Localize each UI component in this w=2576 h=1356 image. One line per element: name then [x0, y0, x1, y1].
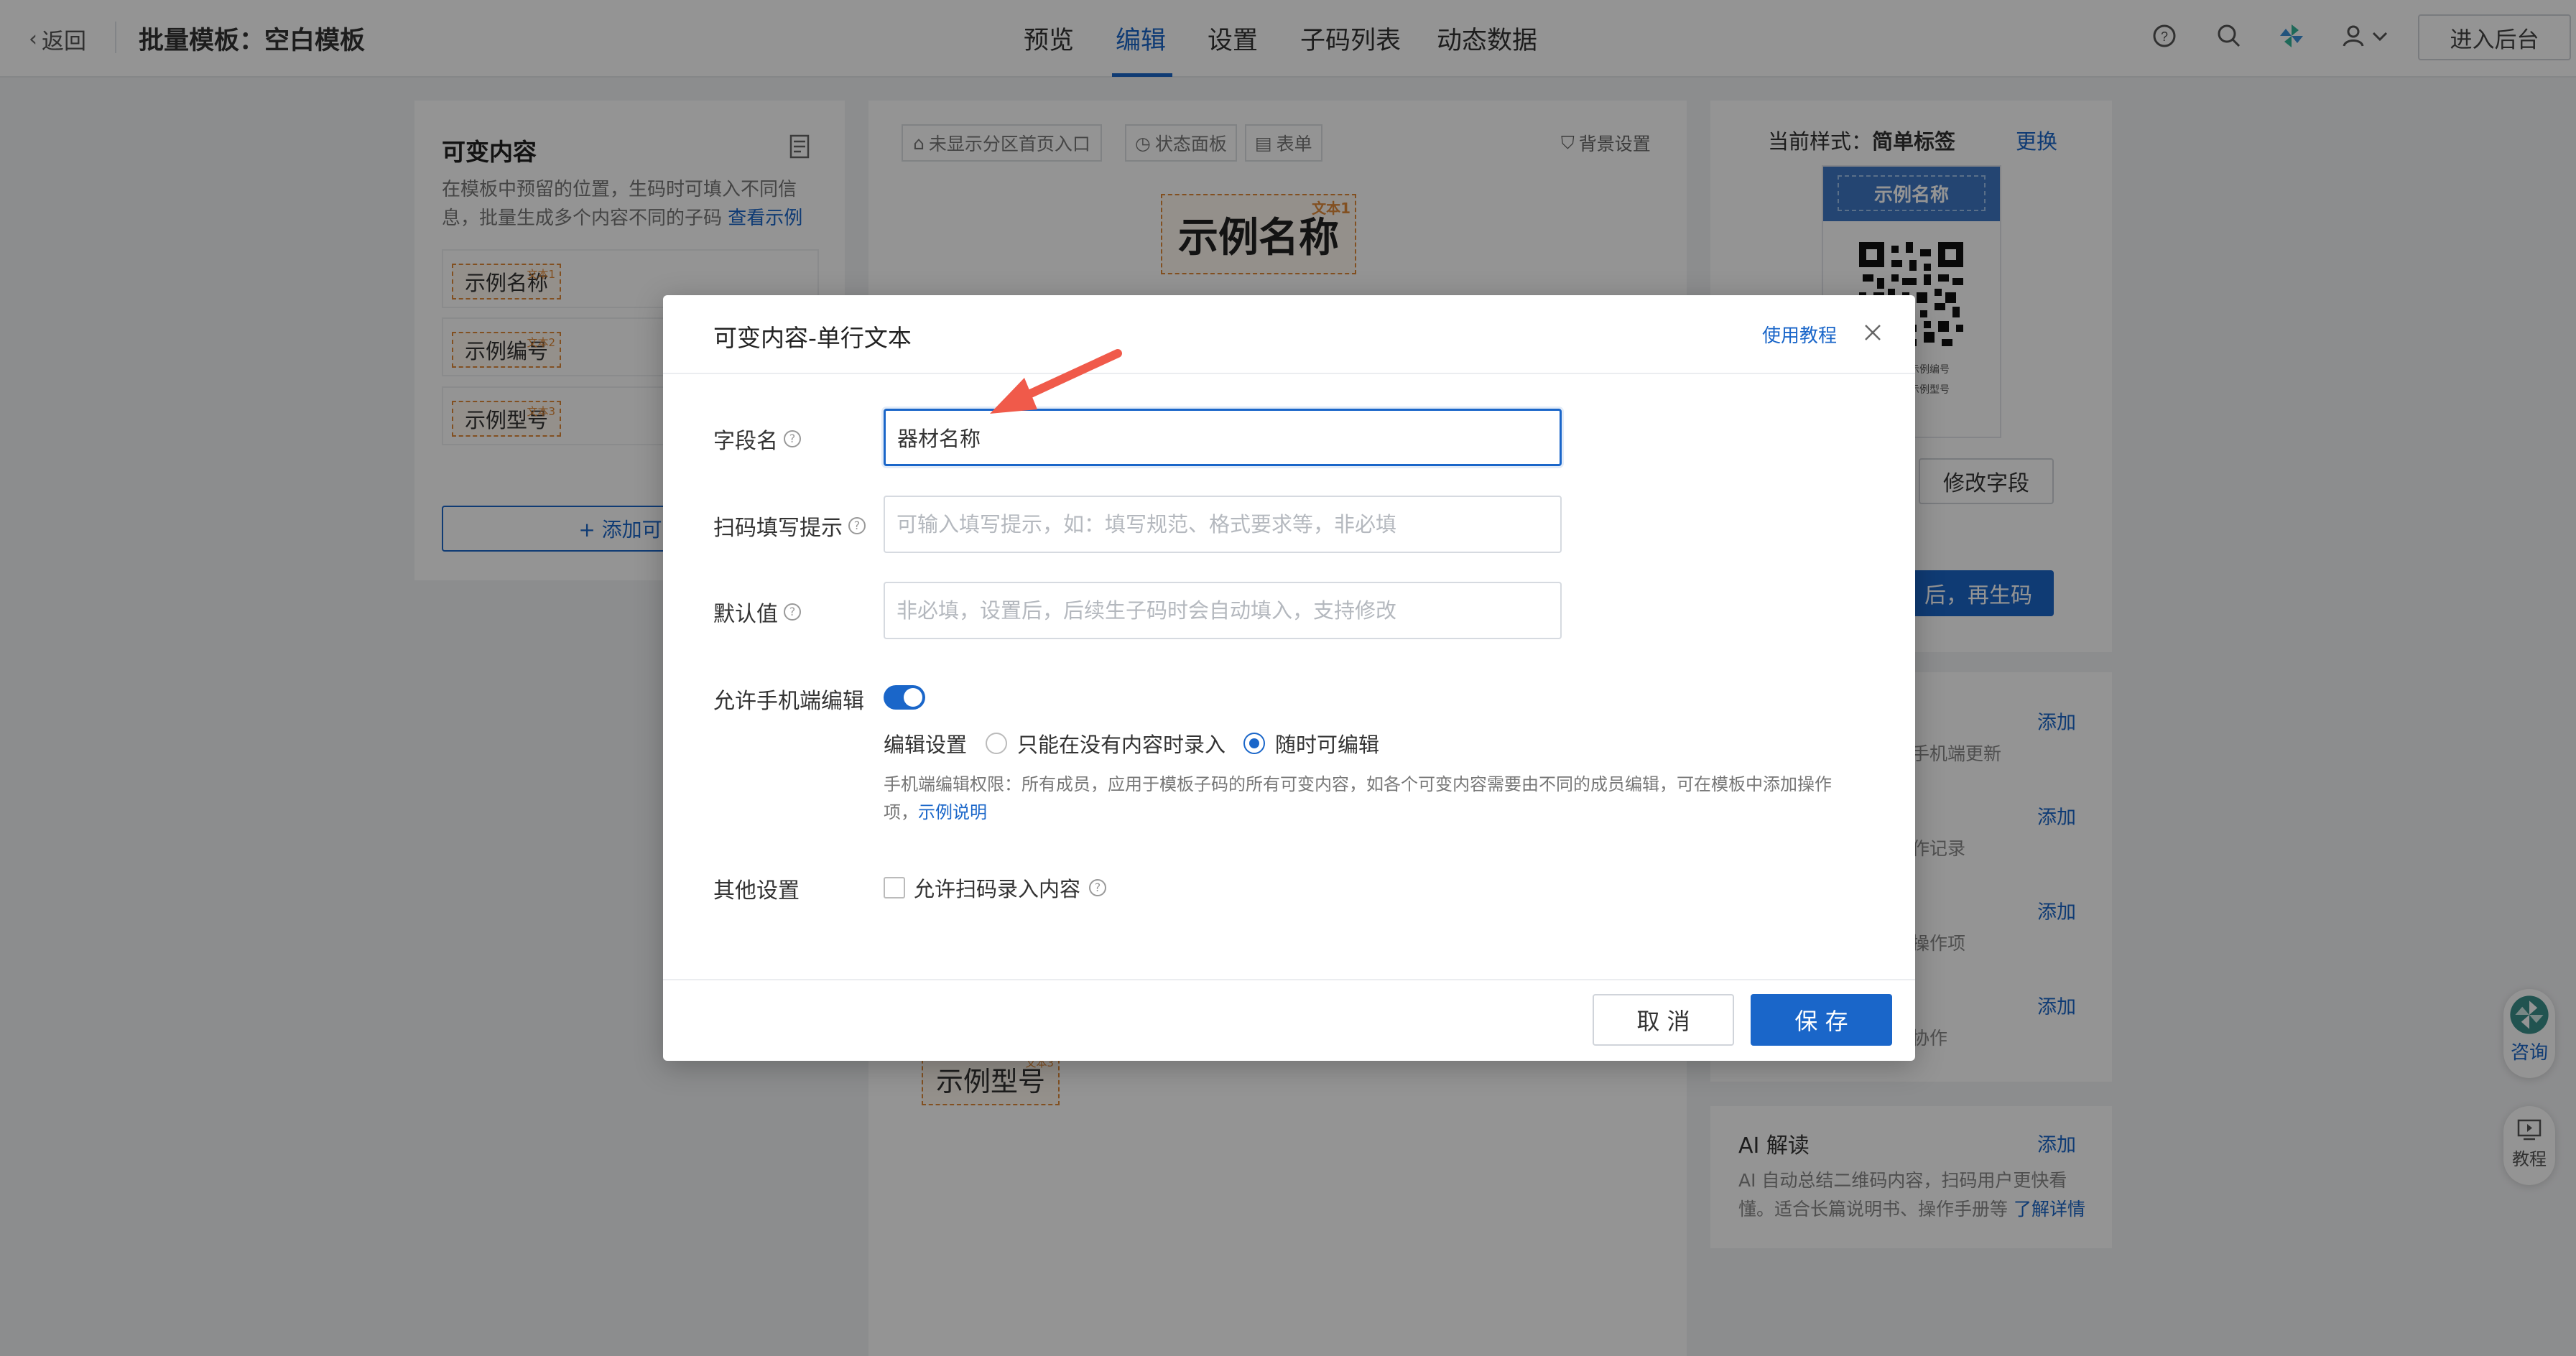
- checkbox-unchecked: [884, 877, 905, 898]
- field-name-label: 字段名?: [713, 423, 801, 455]
- edit-setting-label: 编辑设置: [884, 733, 968, 757]
- modal-footer-divider: [663, 979, 1915, 980]
- edit-option-anytime[interactable]: 随时可编辑: [1243, 728, 1379, 758]
- modal-header-divider: [663, 373, 1915, 374]
- permission-note: 手机端编辑权限：所有成员，应用于模板子码的所有可变内容，如各个可变内容需要由不同…: [884, 774, 1832, 822]
- help-circle-icon[interactable]: ?: [848, 517, 866, 534]
- mobile-edit-toggle[interactable]: [884, 685, 925, 710]
- radio-checked: [1243, 733, 1265, 754]
- default-value-input[interactable]: [884, 582, 1562, 639]
- modal-title: 可变内容-单行文本: [713, 324, 912, 352]
- annotation-arrow: [990, 349, 1122, 414]
- mobile-edit-label: 允许手机端编辑: [713, 689, 864, 714]
- allow-scan-checkbox[interactable]: 允许扫码录入内容 ?: [884, 873, 1107, 903]
- scan-hint-label: 扫码填写提示?: [713, 510, 866, 542]
- help-circle-icon[interactable]: ?: [784, 603, 801, 621]
- default-value-label: 默认值?: [713, 596, 801, 628]
- example-explain-link[interactable]: 示例说明: [918, 802, 987, 822]
- tutorial-link[interactable]: 使用教程: [1762, 321, 1837, 348]
- help-circle-icon[interactable]: ?: [1089, 879, 1107, 896]
- cancel-button[interactable]: 取 消: [1593, 994, 1734, 1046]
- save-button[interactable]: 保 存: [1751, 994, 1892, 1046]
- scan-hint-input[interactable]: [884, 496, 1562, 553]
- help-circle-icon[interactable]: ?: [784, 430, 801, 447]
- close-icon[interactable]: [1863, 322, 1883, 343]
- edit-option-empty-only[interactable]: 只能在没有内容时录入: [986, 728, 1226, 758]
- other-settings-label: 其他设置: [713, 878, 800, 904]
- variable-text-modal: 可变内容-单行文本 使用教程 字段名? 扫码填写提示? 默认值? 允许手机端编辑…: [663, 295, 1915, 1061]
- radio-unchecked: [986, 733, 1007, 754]
- toggle-knob: [904, 688, 922, 707]
